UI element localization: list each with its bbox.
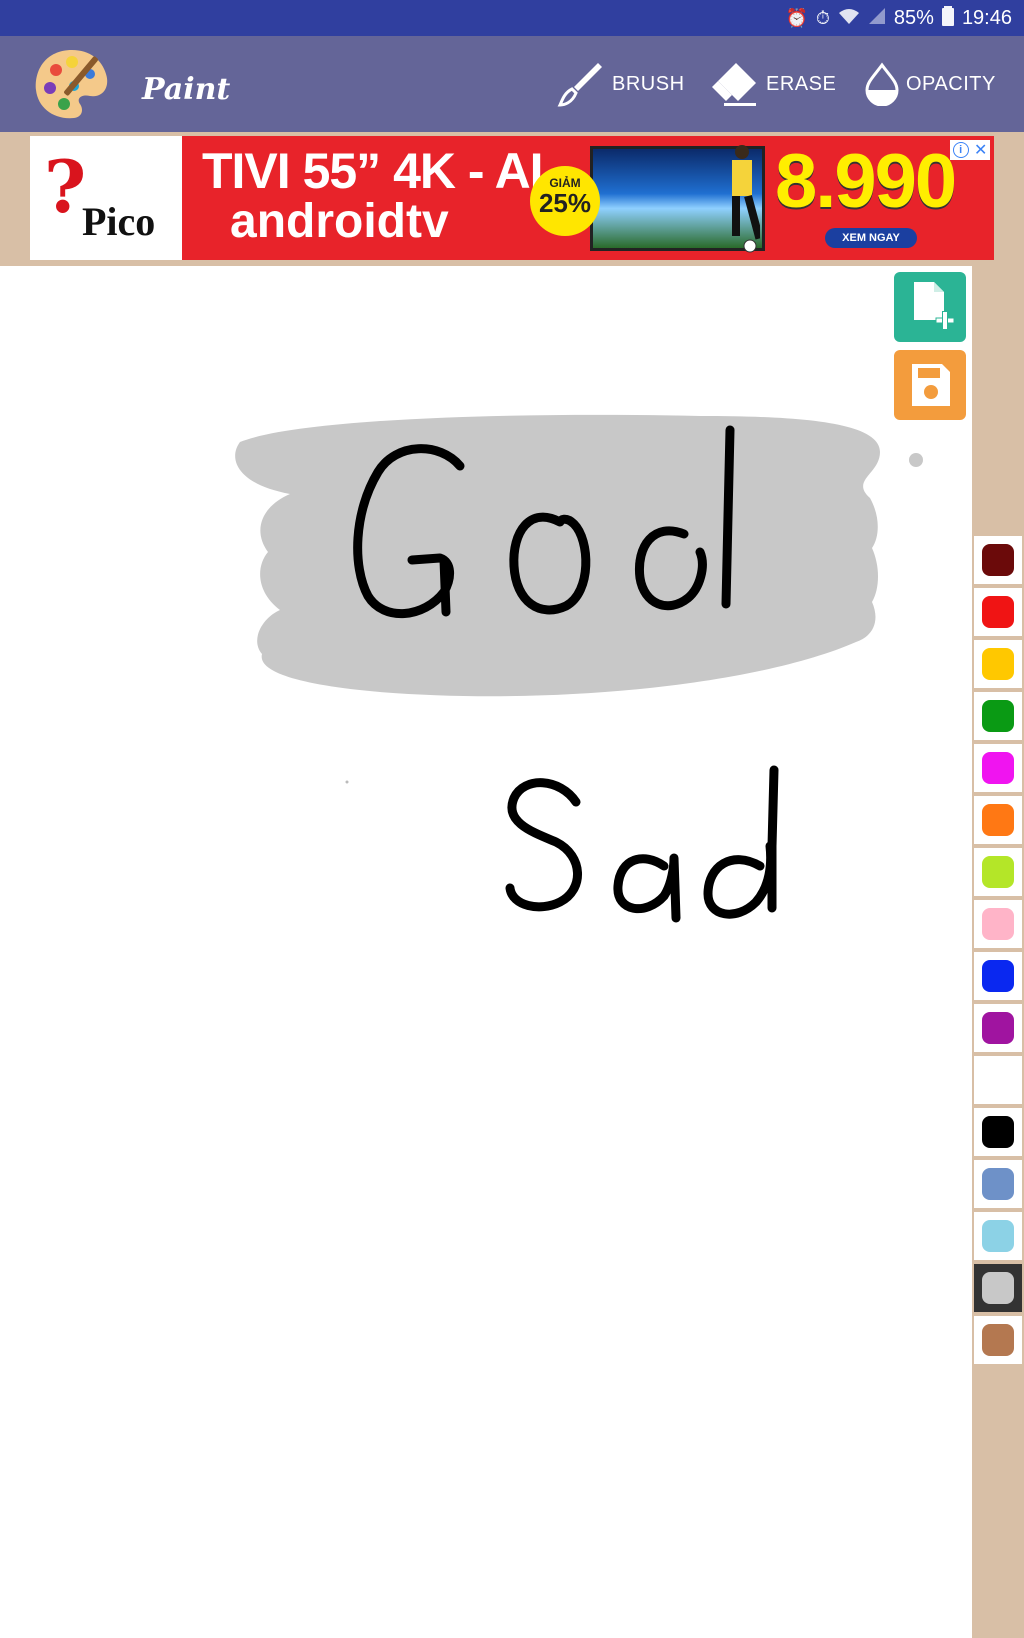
ad-subline: androidtv bbox=[230, 195, 449, 248]
ad-cta-button[interactable]: XEM NGAY bbox=[825, 228, 917, 248]
color-swatch[interactable] bbox=[974, 1160, 1022, 1208]
palette-logo-icon bbox=[35, 50, 108, 119]
color-swatch[interactable] bbox=[974, 1108, 1022, 1156]
app-toolbar: Paint BRUSH ERASE OPACITY bbox=[0, 36, 1024, 132]
color-chip bbox=[982, 648, 1014, 680]
color-swatch[interactable] bbox=[974, 692, 1022, 740]
eraser-icon bbox=[712, 63, 756, 106]
ad-player-image bbox=[732, 145, 760, 253]
color-swatch[interactable] bbox=[974, 952, 1022, 1000]
color-chip bbox=[982, 544, 1014, 576]
alarm-lock-icon: ⏰ bbox=[785, 7, 808, 28]
battery-icon bbox=[941, 5, 954, 31]
color-chip bbox=[982, 1324, 1014, 1356]
clock-time: 19:46 bbox=[961, 6, 1012, 29]
color-chip bbox=[982, 1064, 1014, 1096]
color-chip bbox=[982, 960, 1014, 992]
highlight-stroke bbox=[235, 414, 880, 697]
brush-button[interactable]: BRUSH bbox=[556, 58, 685, 110]
color-swatch[interactable] bbox=[974, 900, 1022, 948]
app-logo: Paint bbox=[34, 46, 230, 122]
ad-discount-badge: GIẢM 25% bbox=[530, 166, 600, 236]
color-swatch[interactable] bbox=[974, 1004, 1022, 1052]
app-name: Paint bbox=[142, 72, 231, 107]
color-swatch[interactable] bbox=[974, 588, 1022, 636]
color-chip bbox=[982, 856, 1014, 888]
canvas-drawing bbox=[235, 414, 880, 923]
erase-label: ERASE bbox=[766, 72, 837, 95]
color-chip bbox=[982, 596, 1014, 628]
color-chip bbox=[982, 1116, 1014, 1148]
new-file-icon bbox=[914, 282, 955, 330]
color-chip bbox=[982, 1168, 1014, 1200]
save-button[interactable] bbox=[894, 350, 966, 420]
ad-info-close[interactable]: i ✕ bbox=[950, 140, 990, 160]
color-palette bbox=[974, 536, 1022, 1368]
color-swatch[interactable] bbox=[974, 1212, 1022, 1260]
new-drawing-button[interactable] bbox=[894, 272, 966, 342]
ad-cta-label: XEM NGAY bbox=[842, 232, 900, 244]
color-swatch[interactable] bbox=[974, 796, 1022, 844]
color-chip bbox=[982, 1012, 1014, 1044]
ad-badge-big: 25% bbox=[538, 188, 592, 218]
ad-brand-name: Pico bbox=[82, 199, 156, 244]
wifi-icon bbox=[838, 7, 860, 30]
color-chip bbox=[982, 1272, 1014, 1304]
ad-headline: TIVI 55” 4K - AI bbox=[202, 143, 544, 199]
color-chip bbox=[982, 1220, 1014, 1252]
ad-brand-mark-icon: ? bbox=[44, 144, 87, 229]
color-swatch[interactable] bbox=[974, 1264, 1022, 1312]
ad-close-icon[interactable]: ✕ bbox=[974, 140, 987, 160]
color-chip bbox=[982, 908, 1014, 940]
opacity-label: OPACITY bbox=[906, 72, 996, 95]
brush-label: BRUSH bbox=[612, 72, 685, 95]
color-chip bbox=[982, 752, 1014, 784]
color-swatch[interactable] bbox=[974, 848, 1022, 896]
color-swatch[interactable] bbox=[974, 744, 1022, 792]
color-swatch[interactable] bbox=[974, 1316, 1022, 1364]
color-swatch[interactable] bbox=[974, 1056, 1022, 1104]
ad-brand-logo: ? Pico bbox=[30, 136, 182, 260]
ink-stroke-sad bbox=[505, 765, 779, 923]
signal-icon bbox=[868, 7, 886, 30]
opacity-button[interactable]: OPACITY bbox=[864, 58, 996, 110]
brush-size-indicator[interactable] bbox=[909, 453, 923, 467]
erase-button[interactable]: ERASE bbox=[710, 58, 836, 110]
ad-price: 8.990 bbox=[775, 139, 957, 224]
drawing-canvas[interactable] bbox=[0, 266, 972, 1638]
ad-banner[interactable]: ? Pico TIVI 55” 4K - AI androidtv GIẢM 2… bbox=[30, 136, 994, 260]
ad-info-icon[interactable]: i bbox=[952, 142, 969, 158]
color-chip bbox=[982, 700, 1014, 732]
color-swatch[interactable] bbox=[974, 640, 1022, 688]
brush-icon bbox=[557, 63, 602, 107]
status-bar: ⏰ ⏱ 85% 19:46 bbox=[0, 0, 1024, 36]
color-chip bbox=[982, 804, 1014, 836]
opacity-drop-icon bbox=[865, 62, 899, 106]
stray-dot bbox=[345, 780, 349, 784]
battery-level: 85% bbox=[893, 6, 934, 29]
alarm-clock-icon: ⏱ bbox=[815, 7, 830, 28]
color-swatch[interactable] bbox=[974, 536, 1022, 584]
save-icon bbox=[912, 364, 950, 406]
